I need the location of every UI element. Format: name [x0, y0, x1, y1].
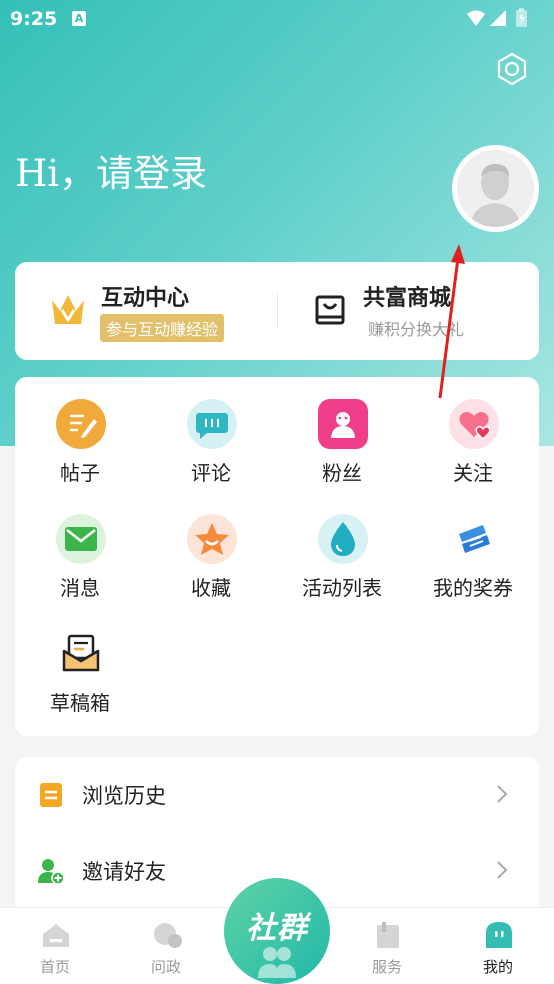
chevron-right-icon — [497, 861, 508, 879]
grid-item-tickets[interactable]: 我的奖券 — [408, 514, 538, 614]
tab-label-service: 服务 — [371, 958, 402, 976]
service-icon — [377, 922, 399, 948]
grid-item-drafts[interactable]: 草稿箱 — [15, 629, 145, 729]
fans-icon — [318, 399, 368, 449]
activity-drop-icon — [318, 514, 368, 564]
inquiry-icon — [154, 923, 182, 948]
tab-label-home: 首页 — [39, 958, 70, 976]
notification-a-icon: A — [72, 11, 86, 26]
settings-button[interactable] — [494, 51, 530, 87]
comment-icon — [187, 399, 237, 449]
tab-home[interactable]: 首页 — [15, 908, 95, 984]
post-icon — [56, 399, 106, 449]
grid-item-posts[interactable]: 帖子 — [15, 399, 145, 499]
store-bag-icon — [315, 295, 345, 325]
grid-item-comments[interactable]: 评论 — [146, 399, 276, 499]
history-icon — [40, 783, 62, 807]
message-icon — [56, 514, 106, 564]
grid-label-follow: 关注 — [453, 461, 493, 485]
mall-entry[interactable]: 共富商城 赚积分换大礼 — [278, 262, 539, 360]
grid-label-fans: 粉丝 — [322, 461, 362, 485]
community-center-button[interactable]: 社群 — [224, 878, 330, 984]
grid-label-posts: 帖子 — [60, 461, 100, 485]
ticket-icon — [449, 514, 499, 564]
grid-item-favorites[interactable]: 收藏 — [146, 514, 276, 614]
draft-box-icon — [56, 629, 106, 679]
community-icon — [258, 947, 296, 978]
grid-label-messages: 消息 — [60, 576, 100, 600]
wifi-signal-battery-icon — [467, 8, 527, 27]
interaction-center-title: 互动中心 — [101, 286, 190, 311]
follow-heart-icon — [449, 399, 499, 449]
tab-service[interactable]: 服务 — [347, 908, 427, 984]
feature-grid: 帖子 评论 粉丝 关注 消息 收藏 活动列表 我的奖券 草稿箱 — [15, 377, 539, 736]
default-avatar-icon — [457, 150, 534, 227]
invite-friend-icon — [38, 859, 65, 885]
tab-label-profile: 我的 — [482, 958, 513, 976]
tab-profile[interactable]: 我的 — [458, 908, 538, 984]
grid-item-fans[interactable]: 粉丝 — [277, 399, 407, 499]
profile-icon — [486, 922, 512, 948]
tab-label-inquiry: 问政 — [150, 958, 181, 976]
community-label: 社群 — [246, 911, 308, 946]
list-label-invite: 邀请好友 — [82, 860, 166, 884]
avatar[interactable] — [452, 145, 539, 232]
grid-label-drafts: 草稿箱 — [50, 691, 110, 715]
home-icon — [43, 924, 69, 947]
tab-inquiry[interactable]: 问政 — [126, 908, 206, 984]
favorite-star-icon — [187, 514, 237, 564]
grid-label-activities: 活动列表 — [302, 576, 382, 600]
grid-item-messages[interactable]: 消息 — [15, 514, 145, 614]
interaction-center-entry[interactable]: 互动中心 参与互动赚经验 — [15, 262, 277, 360]
grid-item-follow[interactable]: 关注 — [408, 399, 538, 499]
interaction-center-subtitle: 参与互动赚经验 — [100, 314, 225, 342]
status-time: 9:25 — [10, 8, 58, 30]
list-label-history: 浏览历史 — [82, 784, 166, 808]
crown-icon — [52, 295, 84, 324]
annotation-arrow-icon — [438, 244, 465, 399]
login-greeting[interactable]: Hi，请登录 — [15, 143, 207, 197]
hexagon-settings-icon — [497, 52, 527, 86]
status-icons — [466, 8, 536, 35]
grid-label-comments: 评论 — [191, 461, 231, 485]
grid-item-activities[interactable]: 活动列表 — [277, 514, 407, 614]
status-bar: 9:25 A — [0, 0, 554, 38]
chevron-right-icon — [497, 785, 508, 803]
grid-label-favorites: 收藏 — [191, 576, 231, 600]
list-item-history[interactable]: 浏览历史 — [15, 757, 539, 833]
grid-label-tickets: 我的奖券 — [433, 576, 513, 600]
